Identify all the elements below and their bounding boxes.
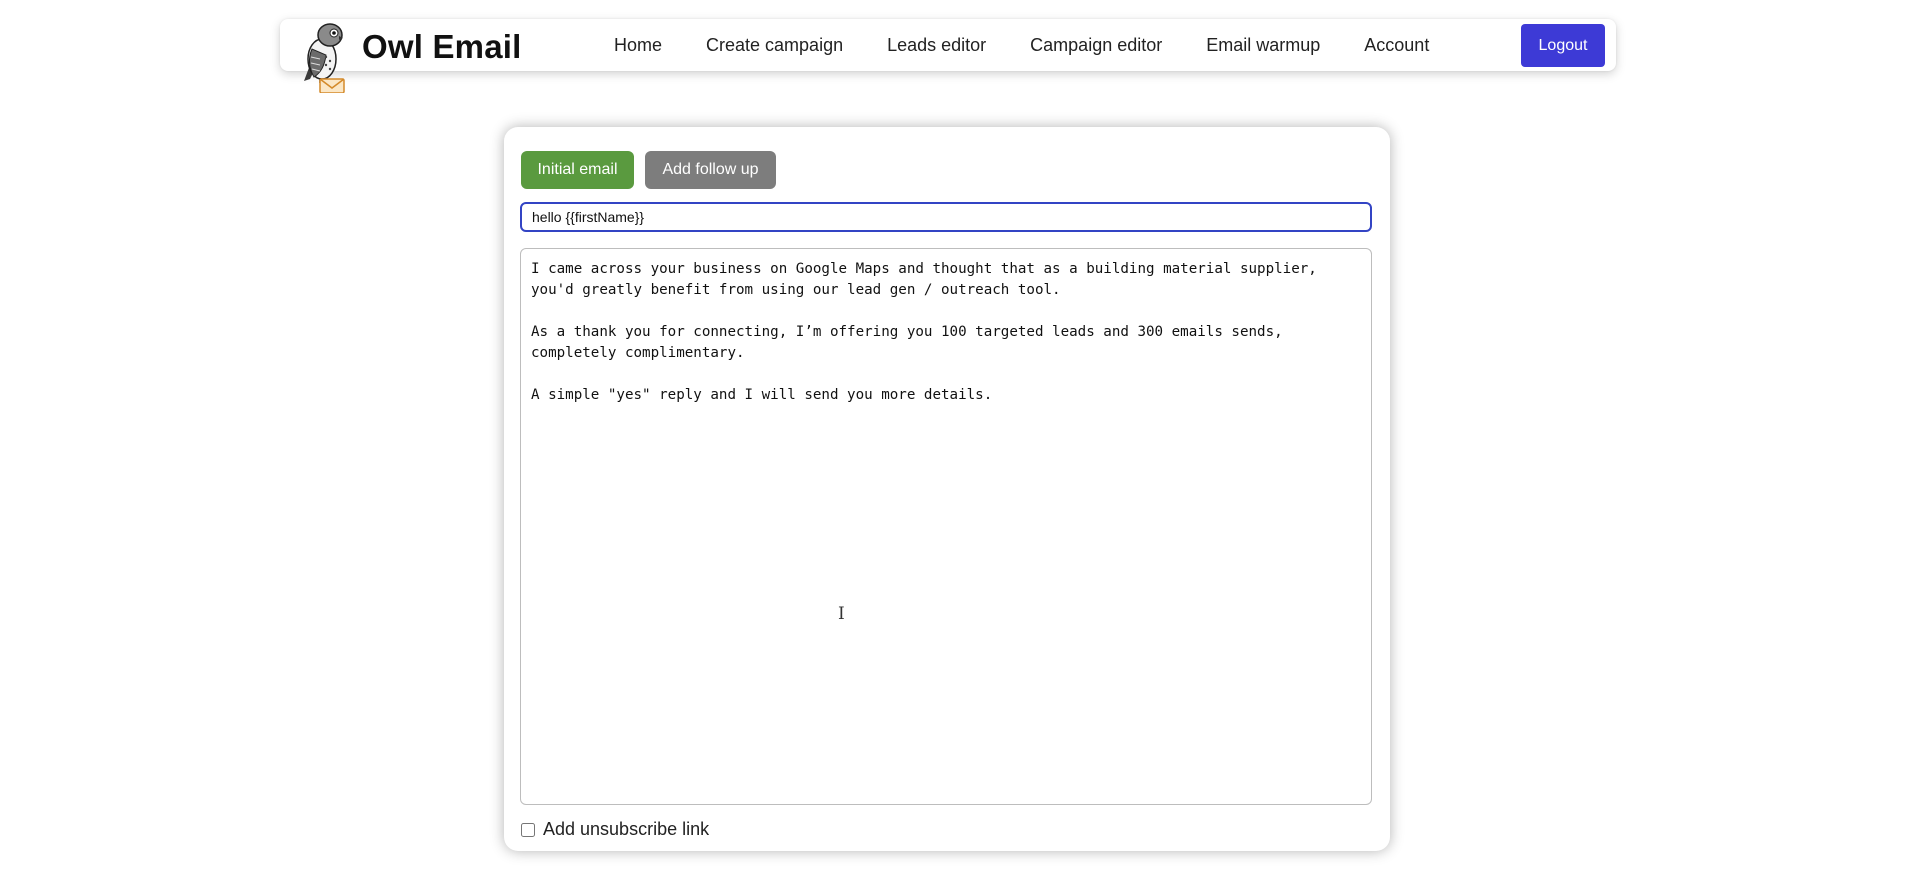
- tab-initial-email[interactable]: Initial email: [521, 151, 634, 189]
- top-navbar: Owl Email Home Create campaign Leads edi…: [280, 19, 1616, 93]
- nav-leads-editor[interactable]: Leads editor: [887, 35, 986, 56]
- email-step-tabs: Initial email Add follow up: [521, 151, 787, 189]
- unsubscribe-checkbox[interactable]: [521, 822, 535, 837]
- unsubscribe-option: Add unsubscribe link: [521, 819, 709, 840]
- brand[interactable]: Owl Email: [300, 23, 522, 93]
- unsubscribe-label[interactable]: Add unsubscribe link: [543, 819, 709, 840]
- email-editor-card: Initial email Add follow up I came acros…: [504, 127, 1390, 851]
- nav-email-warmup[interactable]: Email warmup: [1206, 35, 1320, 56]
- add-follow-up-button[interactable]: Add follow up: [645, 151, 776, 189]
- logout-button[interactable]: Logout: [1521, 24, 1605, 67]
- nav-campaign-editor[interactable]: Campaign editor: [1030, 35, 1162, 56]
- nav-account[interactable]: Account: [1364, 35, 1429, 56]
- nav-create-campaign[interactable]: Create campaign: [706, 35, 843, 56]
- nav-home[interactable]: Home: [614, 35, 662, 56]
- subject-input[interactable]: [520, 202, 1372, 232]
- brand-title: Owl Email: [362, 28, 522, 65]
- email-body-textarea[interactable]: I came across your business on Google Ma…: [520, 248, 1372, 805]
- owl-with-envelope-icon: [304, 23, 345, 93]
- nav-links: Home Create campaign Leads editor Campai…: [614, 19, 1429, 71]
